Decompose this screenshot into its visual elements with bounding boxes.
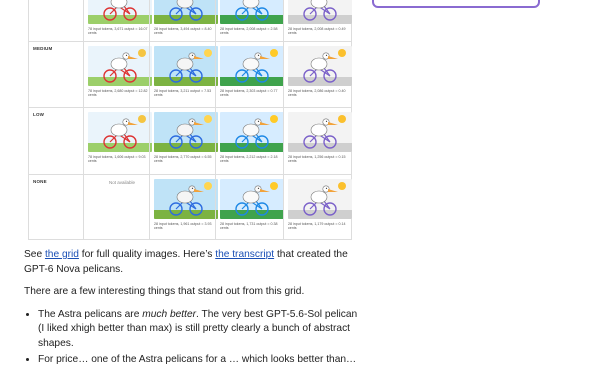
pelican-illustration — [220, 179, 284, 219]
grid-cell[interactable]: 28 input tokens, 1,961 output = 3.93 cen… — [149, 175, 218, 240]
grid-cell[interactable]: 28 input tokens, 2,303 output = 0.77 cen… — [215, 42, 284, 108]
grid-cell: Not available — [83, 175, 150, 240]
pelican-image[interactable] — [220, 179, 284, 219]
pelican-illustration — [220, 46, 284, 86]
article-body: See the grid for full quality images. He… — [24, 248, 360, 370]
grid-link[interactable]: the grid — [45, 249, 79, 260]
pelican-image[interactable] — [288, 179, 352, 219]
pelican-illustration — [154, 0, 218, 24]
grid-row: 78 input tokens, 3,671 output = 16.07 ce… — [29, 0, 352, 42]
transcript-link[interactable]: the transcript — [215, 249, 274, 260]
pelican-image[interactable] — [220, 112, 284, 152]
grid-cell[interactable]: 28 input tokens, 1,731 output = 0.38 cen… — [215, 175, 284, 240]
pelican-image[interactable] — [154, 0, 218, 24]
paragraph: There are a few interesting things that … — [24, 286, 305, 297]
pelican-image[interactable] — [220, 46, 284, 86]
grid-cell[interactable]: 28 input tokens, 2,008 output = 0.49 cen… — [283, 0, 352, 42]
not-available-text: Not available — [109, 180, 136, 185]
cell-caption: 78 input tokens, 3,671 output = 16.07 ce… — [88, 27, 148, 36]
cell-caption: 28 input tokens, 1,961 output = 3.93 cen… — [154, 222, 212, 231]
row-label: LOW — [33, 112, 45, 117]
paragraph-text: for full quality images. Here’s — [78, 249, 216, 260]
pelican-illustration — [288, 112, 352, 152]
pelican-image[interactable] — [288, 0, 352, 24]
pelican-image[interactable] — [288, 46, 352, 86]
pelican-illustration — [288, 179, 352, 219]
pelican-illustration — [88, 0, 152, 24]
grid-row: NONE Not available 28 input tokens, 1,96… — [29, 174, 352, 240]
grid-cell[interactable]: 78 input tokens, 1,606 output = 9.03 cen… — [83, 108, 152, 175]
cell-caption: 28 input tokens, 2,086 output = 0.40 cen… — [288, 89, 346, 98]
grid-cell[interactable]: 78 input tokens, 3,671 output = 16.07 ce… — [83, 0, 152, 42]
pelican-illustration — [88, 46, 152, 86]
grid-cell[interactable]: 28 input tokens, 3,211 output = 7.53 cen… — [149, 42, 218, 108]
list-item-text: The Astra pelicans are — [38, 308, 143, 320]
row-label: NONE — [33, 179, 47, 184]
pelican-image[interactable] — [154, 46, 218, 86]
pelican-image[interactable] — [88, 0, 152, 24]
sidebar-outline-box — [372, 0, 540, 8]
cell-caption: 28 input tokens, 2,303 output = 0.77 cen… — [220, 89, 278, 98]
pelican-image[interactable] — [220, 0, 284, 24]
pelican-image[interactable] — [154, 112, 218, 152]
grid-cell[interactable]: 28 input tokens, 1,256 output = 0.15 cen… — [283, 108, 352, 175]
pelican-illustration — [220, 0, 284, 24]
cell-caption: 28 input tokens, 2,008 output = 2.58 cen… — [220, 27, 278, 36]
pelican-illustration — [288, 0, 352, 24]
cell-caption: 28 input tokens, 2,770 output = 6.55 cen… — [154, 155, 212, 164]
pelican-illustration — [220, 112, 284, 152]
grid-row: LOW 78 input tokens, 1,606 output = 9.03… — [29, 107, 352, 175]
emphasis-text: much better — [142, 308, 196, 320]
pelican-image[interactable] — [154, 179, 218, 219]
pelican-illustration — [154, 179, 218, 219]
grid-cell[interactable]: 28 input tokens, 1,179 output = 0.14 cen… — [283, 175, 352, 240]
cell-caption: 28 input tokens, 1,179 output = 0.14 cen… — [288, 222, 346, 231]
cell-caption: 28 input tokens, 3,211 output = 7.53 cen… — [154, 89, 212, 98]
pelican-illustration — [154, 46, 218, 86]
pelican-illustration — [154, 112, 218, 152]
grid-cell[interactable]: 78 input tokens, 2,680 output = 12.82 ce… — [83, 42, 152, 108]
cell-caption: 78 input tokens, 2,680 output = 12.82 ce… — [88, 89, 148, 98]
pelican-image[interactable] — [88, 46, 152, 86]
pelican-image[interactable] — [88, 112, 152, 152]
row-label: MEDIUM — [33, 46, 53, 51]
cell-caption: 28 input tokens, 1,256 output = 0.15 cen… — [288, 155, 346, 164]
grid-row: MEDIUM 78 input tokens, 2,680 output = 1… — [29, 41, 352, 108]
pelican-illustration — [88, 112, 152, 152]
list-item: The Astra pelicans are much better. The … — [38, 308, 360, 352]
grid-cell[interactable]: 28 input tokens, 2,770 output = 6.55 cen… — [149, 108, 218, 175]
cell-caption: 78 input tokens, 1,606 output = 9.03 cen… — [88, 155, 146, 164]
grid-cell[interactable]: 28 input tokens, 2,008 output = 2.58 cen… — [215, 0, 284, 42]
pelican-grid: 78 input tokens, 3,671 output = 16.07 ce… — [28, 0, 352, 240]
cell-caption: 28 input tokens, 2,008 output = 0.49 cen… — [288, 27, 346, 36]
pelican-image[interactable] — [288, 112, 352, 152]
grid-cell[interactable]: 28 input tokens, 2,086 output = 0.40 cen… — [283, 42, 352, 108]
grid-cell[interactable]: 28 input tokens, 2,212 output = 2.18 cen… — [215, 108, 284, 175]
paragraph-text: See — [24, 249, 45, 260]
paragraph: See the grid for full quality images. He… — [24, 248, 360, 277]
cell-caption: 28 input tokens, 3,494 output = 8.40 cen… — [154, 27, 212, 36]
cell-caption: 28 input tokens, 1,731 output = 0.38 cen… — [220, 222, 278, 231]
cell-caption: 28 input tokens, 2,212 output = 2.18 cen… — [220, 155, 278, 164]
grid-cell[interactable]: 28 input tokens, 3,494 output = 8.40 cen… — [149, 0, 218, 42]
list-item: For price… one of the Astra pelicans for… — [38, 353, 360, 368]
pelican-illustration — [288, 46, 352, 86]
